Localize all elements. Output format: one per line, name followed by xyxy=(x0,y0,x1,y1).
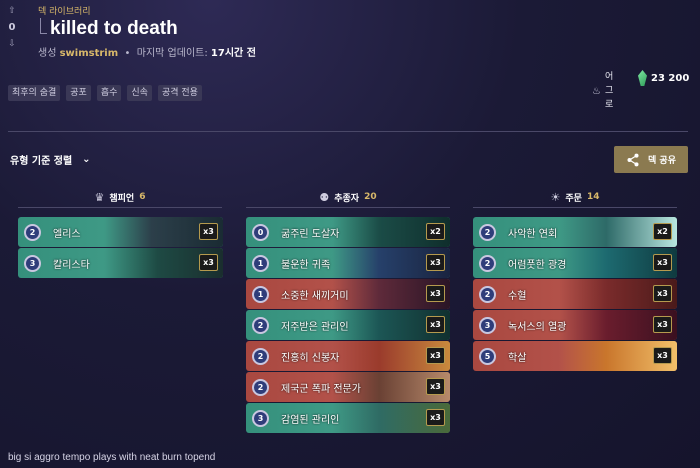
mana-cost: 2 xyxy=(479,223,496,241)
card-quantity: x3 xyxy=(199,254,218,271)
keyword-tag[interactable]: 공격 전용 xyxy=(157,85,202,101)
card-quantity: x3 xyxy=(653,285,672,302)
mana-cost: 3 xyxy=(252,409,269,427)
card-name: 사악한 연회 xyxy=(508,228,558,240)
card-quantity: x3 xyxy=(426,316,445,333)
share-icon xyxy=(627,153,639,166)
created-label: 생성 xyxy=(38,48,57,59)
meta-separator: • xyxy=(124,48,131,59)
card-name: 칼리스타 xyxy=(53,259,90,271)
card-quantity: x3 xyxy=(426,378,445,395)
shard-gem-icon xyxy=(638,70,647,86)
mana-cost: 3 xyxy=(24,254,41,272)
card-quantity: x2 xyxy=(653,223,672,240)
card-quantity: x3 xyxy=(426,409,445,426)
spell-card[interactable]: 2 수혈 x3 xyxy=(473,279,677,309)
mana-cost: 2 xyxy=(252,378,269,396)
card-name: 녹서스의 열광 xyxy=(508,321,567,333)
playstyle-label: 어 그 로 xyxy=(604,72,614,110)
follower-card[interactable]: 1 소중한 새끼거미 x3 xyxy=(246,279,450,309)
mana-cost: 2 xyxy=(252,316,269,334)
breadcrumb[interactable]: 덱 라이브러리 xyxy=(38,4,91,17)
fire-icon: ♨ xyxy=(592,86,601,97)
breadcrumb-connector xyxy=(40,18,47,34)
mana-cost: 2 xyxy=(24,223,41,241)
card-name: 소중한 새끼거미 xyxy=(281,290,349,302)
shard-cost: 23 200 xyxy=(638,70,689,86)
deck-meta: 생성 swimstrim • 마지막 업데이트: 17시간 전 xyxy=(38,44,256,59)
card-name: 굶주린 도살자 xyxy=(281,228,340,240)
card-name: 저주받은 관리인 xyxy=(281,321,349,333)
keyword-tag[interactable]: 흡수 xyxy=(96,85,122,101)
deck-description: big si aggro tempo plays with neat burn … xyxy=(8,452,216,463)
card-name: 수혈 xyxy=(508,290,527,302)
keyword-tag[interactable]: 최후의 숨결 xyxy=(8,85,61,101)
upvote-icon[interactable]: ⇧ xyxy=(6,6,18,16)
champion-card[interactable]: 3 칼리스타 x3 xyxy=(18,248,223,278)
shard-value: 23 200 xyxy=(651,72,690,84)
sort-dropdown[interactable]: 유형 기준 정렬 ⌄ xyxy=(10,152,91,167)
follower-card[interactable]: 3 감염된 관리인 x3 xyxy=(246,403,450,433)
spell-card[interactable]: 2 어렴풋한 광경 x3 xyxy=(473,248,677,278)
followers-header: ⚉ 추종자 20 xyxy=(246,190,450,208)
keyword-tags: 최후의 숨결 공포 흡수 신속 공격 전용 xyxy=(8,85,202,101)
follower-card[interactable]: 2 진홍히 신봉자 x3 xyxy=(246,341,450,371)
mana-cost: 0 xyxy=(252,223,269,241)
sort-label: 유형 기준 정렬 xyxy=(10,156,73,167)
page-title: killed to death xyxy=(50,18,178,39)
updated-label: 마지막 업데이트: xyxy=(136,48,208,59)
card-name: 엘리스 xyxy=(53,228,81,240)
updated-value: 17시간 전 xyxy=(210,48,256,59)
card-quantity: x2 xyxy=(426,223,445,240)
mana-cost: 1 xyxy=(252,285,269,303)
spell-card[interactable]: 2 사악한 연회 x2 xyxy=(473,217,677,247)
follower-card[interactable]: 1 불운한 귀족 x3 xyxy=(246,248,450,278)
spell-card[interactable]: 3 녹서스의 열광 x3 xyxy=(473,310,677,340)
card-quantity: x3 xyxy=(653,316,672,333)
card-quantity: x3 xyxy=(653,254,672,271)
card-quantity: x3 xyxy=(426,347,445,364)
keyword-tag[interactable]: 신속 xyxy=(127,85,152,101)
card-name: 학살 xyxy=(508,352,527,364)
divider xyxy=(8,131,688,132)
card-name: 어렴풋한 광경 xyxy=(508,259,567,271)
card-quantity: x3 xyxy=(426,285,445,302)
spell-icon: ☀ xyxy=(550,190,561,204)
keyword-tag[interactable]: 공포 xyxy=(66,85,91,101)
follower-card[interactable]: 2 저주받은 관리인 x3 xyxy=(246,310,450,340)
champion-helm-icon: ♛ xyxy=(94,190,105,204)
follower-card[interactable]: 0 굶주린 도살자 x2 xyxy=(246,217,450,247)
card-name: 감염된 관리인 xyxy=(281,414,340,426)
champion-card[interactable]: 2 엘리스 x3 xyxy=(18,217,223,247)
playstyle-badge: ♨ 어 그 로 xyxy=(592,70,613,112)
mana-cost: 5 xyxy=(479,347,496,365)
mana-cost: 3 xyxy=(479,316,496,334)
champions-header: ♛ 챔피언 6 xyxy=(18,190,222,208)
card-quantity: x3 xyxy=(653,347,672,364)
follower-icon: ⚉ xyxy=(319,190,330,204)
chevron-down-icon: ⌄ xyxy=(82,154,91,165)
share-label: 덱 공유 xyxy=(648,156,676,166)
spell-card[interactable]: 5 학살 x3 xyxy=(473,341,677,371)
mana-cost: 2 xyxy=(479,285,496,303)
mana-cost: 2 xyxy=(479,254,496,272)
card-quantity: x3 xyxy=(426,254,445,271)
card-quantity: x3 xyxy=(199,223,218,240)
follower-card[interactable]: 2 제국군 폭파 전문가 x3 xyxy=(246,372,450,402)
mana-cost: 2 xyxy=(252,347,269,365)
downvote-icon[interactable]: ⇩ xyxy=(6,39,18,49)
spells-header: ☀ 주문 14 xyxy=(473,190,677,208)
vote-widget: ⇧ 0 ⇩ xyxy=(6,6,18,49)
card-name: 진홍히 신봉자 xyxy=(281,352,340,364)
author-link[interactable]: swimstrim xyxy=(60,48,119,59)
vote-count: 0 xyxy=(8,22,16,33)
card-name: 불운한 귀족 xyxy=(281,259,331,271)
card-name: 제국군 폭파 전문가 xyxy=(281,383,361,395)
share-deck-button[interactable]: 덱 공유 xyxy=(614,146,688,173)
mana-cost: 1 xyxy=(252,254,269,272)
